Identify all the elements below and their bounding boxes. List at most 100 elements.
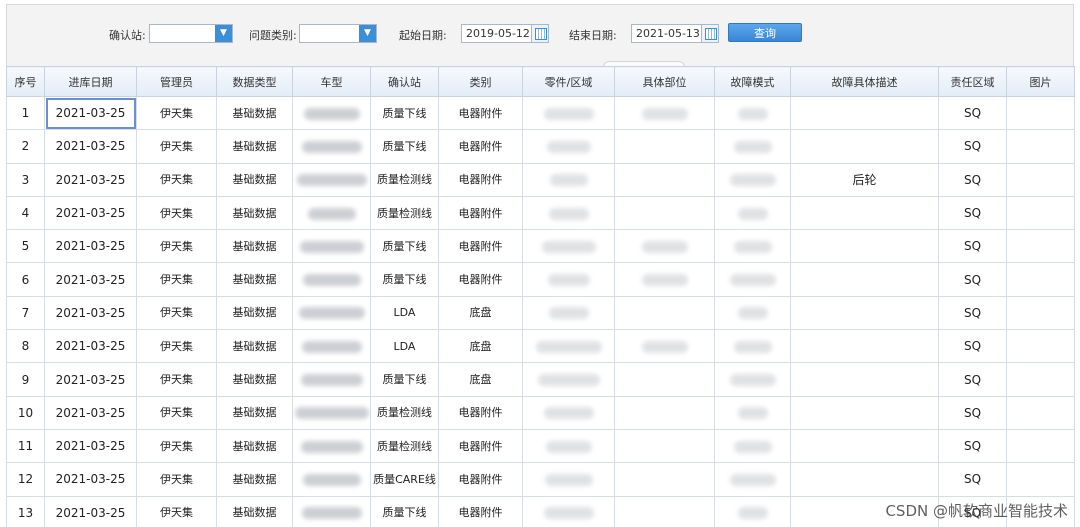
- col-header[interactable]: 管理员: [136, 66, 217, 97]
- table-row[interactable]: 12 2021-03-25 伊天集 基础数据 质量CARE线 电器附件 SQ: [6, 462, 1075, 497]
- fault-description-cell[interactable]: [790, 362, 939, 397]
- station-cell[interactable]: 质量下线: [370, 495, 439, 527]
- redacted-cell[interactable]: [522, 329, 615, 364]
- data-type-cell[interactable]: 基础数据: [216, 395, 293, 430]
- redacted-cell[interactable]: [292, 362, 371, 397]
- redacted-cell[interactable]: [614, 195, 715, 231]
- category-cell[interactable]: 电器附件: [438, 395, 523, 430]
- redacted-cell[interactable]: [614, 462, 715, 497]
- fault-description-cell[interactable]: [790, 95, 939, 131]
- date-cell[interactable]: 2021-03-25: [44, 362, 137, 397]
- redacted-cell[interactable]: [292, 95, 371, 131]
- image-cell[interactable]: [1006, 95, 1075, 131]
- row-number-cell[interactable]: 4: [6, 195, 45, 231]
- admin-cell[interactable]: 伊天集: [136, 329, 217, 364]
- col-header[interactable]: 类别: [438, 66, 523, 97]
- redacted-cell[interactable]: [614, 95, 715, 131]
- image-cell[interactable]: [1006, 428, 1075, 464]
- category-cell[interactable]: 底盘: [438, 329, 523, 364]
- responsibility-area-cell[interactable]: SQ: [938, 428, 1007, 464]
- row-number-cell[interactable]: 10: [6, 395, 45, 430]
- start-date-field[interactable]: 2019-05-12: [461, 24, 549, 43]
- category-cell[interactable]: 电器附件: [438, 129, 523, 164]
- redacted-cell[interactable]: [292, 162, 371, 197]
- station-cell[interactable]: LDA: [370, 295, 439, 331]
- table-row[interactable]: 9 2021-03-25 伊天集 基础数据 质量下线 底盘 SQ: [6, 362, 1075, 397]
- responsibility-area-cell[interactable]: SQ: [938, 162, 1007, 197]
- responsibility-area-cell[interactable]: SQ: [938, 329, 1007, 364]
- redacted-cell[interactable]: [292, 395, 371, 430]
- redacted-cell[interactable]: [522, 229, 615, 264]
- date-cell[interactable]: 2021-03-25: [44, 329, 137, 364]
- date-cell[interactable]: 2021-03-25: [44, 162, 137, 197]
- redacted-cell[interactable]: [522, 428, 615, 464]
- responsibility-area-cell[interactable]: SQ: [938, 395, 1007, 430]
- data-type-cell[interactable]: 基础数据: [216, 428, 293, 464]
- responsibility-area-cell[interactable]: SQ: [938, 262, 1007, 297]
- category-cell[interactable]: 电器附件: [438, 428, 523, 464]
- col-header[interactable]: 图片: [1006, 66, 1075, 97]
- redacted-cell[interactable]: [614, 162, 715, 197]
- chevron-down-icon[interactable]: ▼: [359, 25, 376, 42]
- redacted-cell[interactable]: [292, 329, 371, 364]
- data-type-cell[interactable]: 基础数据: [216, 495, 293, 527]
- redacted-cell[interactable]: [714, 95, 791, 131]
- table-row[interactable]: 10 2021-03-25 伊天集 基础数据 质量检测线 电器附件 SQ: [6, 395, 1075, 430]
- redacted-cell[interactable]: [522, 462, 615, 497]
- col-header[interactable]: 序号: [6, 66, 45, 97]
- redacted-cell[interactable]: [714, 162, 791, 197]
- redacted-cell[interactable]: [614, 129, 715, 164]
- redacted-cell[interactable]: [522, 395, 615, 430]
- col-header[interactable]: 具体部位: [614, 66, 715, 97]
- date-cell[interactable]: 2021-03-25: [44, 428, 137, 464]
- category-cell[interactable]: 电器附件: [438, 195, 523, 231]
- date-cell[interactable]: 2021-03-25: [44, 462, 137, 497]
- station-cell[interactable]: 质量下线: [370, 95, 439, 131]
- calendar-icon[interactable]: [531, 25, 548, 42]
- image-cell[interactable]: [1006, 262, 1075, 297]
- category-cell[interactable]: 电器附件: [438, 95, 523, 131]
- redacted-cell[interactable]: [522, 262, 615, 297]
- admin-cell[interactable]: 伊天集: [136, 129, 217, 164]
- redacted-cell[interactable]: [522, 495, 615, 527]
- redacted-cell[interactable]: [714, 329, 791, 364]
- col-header[interactable]: 数据类型: [216, 66, 293, 97]
- image-cell[interactable]: [1006, 362, 1075, 397]
- admin-cell[interactable]: 伊天集: [136, 95, 217, 131]
- row-number-cell[interactable]: 8: [6, 329, 45, 364]
- query-button[interactable]: 查询: [728, 23, 802, 42]
- redacted-cell[interactable]: [292, 462, 371, 497]
- table-row[interactable]: 7 2021-03-25 伊天集 基础数据 LDA 底盘 SQ: [6, 295, 1075, 331]
- responsibility-area-cell[interactable]: SQ: [938, 229, 1007, 264]
- category-cell[interactable]: 电器附件: [438, 262, 523, 297]
- redacted-cell[interactable]: [714, 395, 791, 430]
- redacted-cell[interactable]: [522, 162, 615, 197]
- date-cell[interactable]: 2021-03-25: [44, 195, 137, 231]
- image-cell[interactable]: [1006, 195, 1075, 231]
- row-number-cell[interactable]: 5: [6, 229, 45, 264]
- redacted-cell[interactable]: [292, 195, 371, 231]
- admin-cell[interactable]: 伊天集: [136, 195, 217, 231]
- row-number-cell[interactable]: 7: [6, 295, 45, 331]
- redacted-cell[interactable]: [614, 229, 715, 264]
- station-cell[interactable]: 质量检测线: [370, 428, 439, 464]
- row-number-cell[interactable]: 9: [6, 362, 45, 397]
- data-type-cell[interactable]: 基础数据: [216, 262, 293, 297]
- redacted-cell[interactable]: [292, 129, 371, 164]
- station-cell[interactable]: 质量下线: [370, 262, 439, 297]
- image-cell[interactable]: [1006, 295, 1075, 331]
- image-cell[interactable]: [1006, 395, 1075, 430]
- redacted-cell[interactable]: [714, 229, 791, 264]
- station-cell[interactable]: 质量检测线: [370, 162, 439, 197]
- date-cell[interactable]: 2021-03-25: [44, 262, 137, 297]
- redacted-cell[interactable]: [614, 395, 715, 430]
- redacted-cell[interactable]: [614, 262, 715, 297]
- redacted-cell[interactable]: [714, 495, 791, 527]
- admin-cell[interactable]: 伊天集: [136, 229, 217, 264]
- admin-cell[interactable]: 伊天集: [136, 162, 217, 197]
- redacted-cell[interactable]: [714, 295, 791, 331]
- category-cell[interactable]: 底盘: [438, 362, 523, 397]
- col-header[interactable]: 车型: [292, 66, 371, 97]
- table-row[interactable]: 11 2021-03-25 伊天集 基础数据 质量检测线 电器附件 SQ: [6, 428, 1075, 464]
- redacted-cell[interactable]: [714, 362, 791, 397]
